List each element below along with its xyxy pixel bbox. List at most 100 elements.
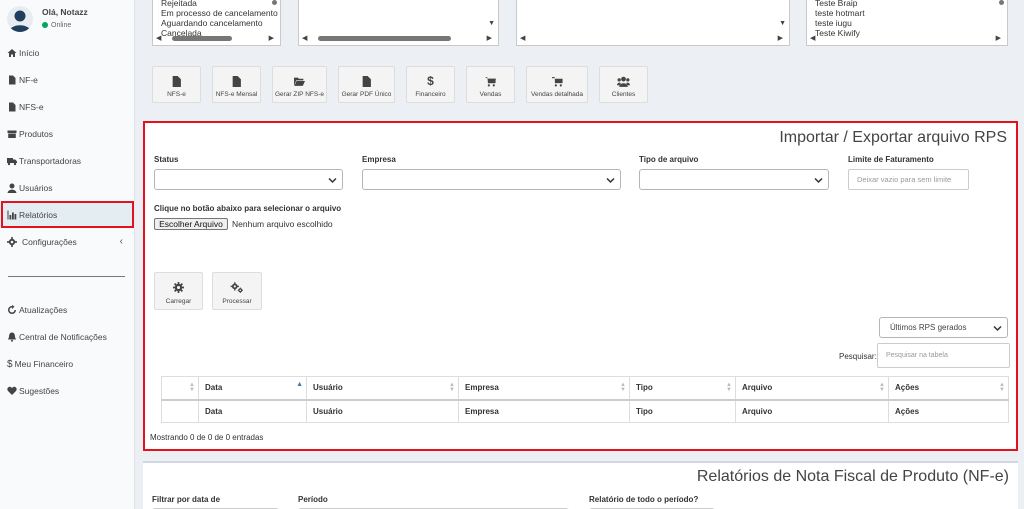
integracao-listbox[interactable]: Teste Braip teste hotmart teste iugu Tes… [806, 0, 1008, 46]
sort-icon: ▲ ▼ [620, 382, 626, 393]
footer-cell: Tipo [629, 399, 736, 423]
button-label: NFS-e Mensal [215, 91, 258, 98]
sidebar-item-label: Transportadoras [19, 156, 82, 166]
button-label: NFS-e [167, 91, 186, 98]
sidebar-item-label: Meu Financeiro [14, 359, 74, 369]
list-item[interactable]: Rejeitada [153, 0, 280, 8]
column-label: Empresa [465, 383, 499, 393]
user-status: Online [42, 22, 71, 29]
tipo-listbox[interactable]: ▼ ◀ ▶ [516, 0, 790, 46]
button-label: Gerar PDF Único [341, 91, 392, 98]
limite-faturamento-label: Limite de Faturamento [848, 155, 934, 164]
button-label: Carregar [165, 298, 192, 305]
carregar-button[interactable]: Carregar [154, 272, 203, 310]
scroll-right-icon[interactable]: ▶ [778, 34, 783, 42]
report-vendas-detalhada-button[interactable]: Vendas detalhada [526, 66, 588, 103]
column-header-usuario[interactable]: Usuário ▲ ▼ [306, 376, 459, 401]
sidebar-item-financeiro[interactable]: $ Meu Financeiro [0, 351, 135, 377]
empresa-select[interactable] [362, 169, 621, 190]
column-label: Data [205, 383, 223, 393]
column-header-tipo[interactable]: Tipo ▲ ▼ [629, 376, 736, 401]
column-header-data[interactable]: Data ▲ [198, 376, 307, 401]
sidebar-item-atualizacoes[interactable]: Atualizações [0, 297, 135, 323]
list-item[interactable]: teste hotmart [807, 8, 1007, 18]
chevron-left-icon[interactable]: ‹ [120, 236, 123, 247]
vertical-scroll-thumb[interactable] [999, 0, 1004, 5]
scroll-down-icon[interactable]: ▼ [779, 20, 786, 27]
report-nfse-button[interactable]: NFS-e [152, 66, 201, 103]
table-search-input[interactable]: Pesquisar na tabela [877, 343, 1010, 368]
choose-file-button[interactable]: Escolher Arquivo [154, 218, 228, 230]
empresa-listbox[interactable]: ▼ ◀ ▶ [298, 0, 499, 46]
report-pdf-unico-button[interactable]: Gerar PDF Único [338, 66, 395, 103]
file-icon [362, 76, 371, 87]
sidebar-divider [8, 276, 125, 277]
sort-asc-icon: ▲ [296, 381, 303, 388]
processar-button[interactable]: Processar [212, 272, 262, 310]
column-header-acoes[interactable]: Ações ▲ ▼ [888, 376, 1009, 401]
status-text: Online [51, 22, 72, 29]
scroll-right-icon[interactable]: ▶ [487, 34, 492, 42]
gear-icon [7, 237, 17, 247]
sidebar-item-configuracoes[interactable]: Configurações ‹ [0, 229, 135, 255]
cart-icon [485, 77, 496, 87]
sidebar-item-label: Usuários [19, 183, 53, 193]
sidebar-item-usuarios[interactable]: Usuários [0, 175, 135, 201]
horizontal-scrollbar[interactable]: ◀ ▶ [810, 34, 1001, 42]
limite-faturamento-input[interactable]: Deixar vazio para sem limite [848, 169, 969, 190]
scroll-thumb[interactable] [172, 36, 232, 41]
online-dot-icon [42, 22, 48, 28]
report-vendas-button[interactable]: Vendas [466, 66, 515, 103]
sidebar-item-notificacoes[interactable]: Central de Notificações [0, 324, 135, 350]
box-icon [7, 130, 17, 138]
sidebar-item-nfe[interactable]: NF-e [0, 67, 135, 93]
vertical-scroll-thumb[interactable] [272, 0, 277, 5]
column-label: Ações [895, 383, 920, 393]
report-clientes-button[interactable]: Clientes [599, 66, 648, 103]
nfe-report-panel: Relatórios de Nota Fiscal de Produto (NF… [143, 461, 1018, 509]
chevron-down-icon [328, 177, 337, 184]
refresh-icon [8, 305, 16, 314]
sidebar-item-inicio[interactable]: Início [0, 40, 135, 66]
scroll-right-icon[interactable]: ▶ [996, 34, 1001, 42]
sidebar-item-nfse[interactable]: NFS-e [0, 94, 135, 120]
sidebar-item-label: NF-e [19, 75, 38, 85]
column-header-empresa[interactable]: Empresa ▲ ▼ [458, 376, 630, 401]
sidebar-item-label: Início [19, 48, 40, 58]
sidebar-item-transportadoras[interactable]: Transportadoras [0, 148, 135, 174]
select-value: Últimos RPS gerados [890, 323, 967, 332]
scroll-left-icon[interactable]: ◀ [810, 34, 815, 42]
scroll-left-icon[interactable]: ◀ [156, 34, 161, 42]
horizontal-scrollbar[interactable]: ◀ ▶ [302, 34, 492, 42]
gears-icon [230, 282, 244, 293]
horizontal-scrollbar[interactable]: ◀ ▶ [156, 34, 274, 42]
list-item[interactable]: Aguardando cancelamento [153, 18, 280, 28]
scroll-left-icon[interactable]: ◀ [520, 34, 525, 42]
scroll-left-icon[interactable]: ◀ [302, 34, 307, 42]
scroll-down-icon[interactable]: ▼ [488, 20, 495, 27]
sort-icon: ▲ ▼ [999, 382, 1005, 393]
report-financeiro-button[interactable]: $ Financeiro [406, 66, 455, 103]
button-label: Vendas detalhada [530, 91, 584, 98]
folder-open-icon [294, 77, 305, 86]
sidebar-item-produtos[interactable]: Produtos [0, 121, 135, 147]
sidebar-item-label: Sugestões [19, 386, 60, 396]
file-status-text: Nenhum arquivo escolhido [232, 219, 333, 229]
scroll-thumb[interactable] [318, 36, 451, 41]
list-item[interactable]: Teste Braip [807, 0, 1007, 8]
scroll-right-icon[interactable]: ▶ [269, 34, 274, 42]
sidebar-item-label: Produtos [19, 129, 54, 139]
report-nfse-mensal-button[interactable]: NFS-e Mensal [212, 66, 261, 103]
status-listbox[interactable]: Rejeitada Em processo de cancelamento Ag… [152, 0, 281, 46]
horizontal-scrollbar[interactable]: ◀ ▶ [520, 34, 783, 42]
sidebar-item-sugestoes[interactable]: Sugestões [0, 378, 135, 404]
sort-icon: ▲ ▼ [879, 382, 885, 393]
list-item[interactable]: teste iugu [807, 18, 1007, 28]
tipo-arquivo-select[interactable] [639, 169, 829, 190]
status-select[interactable] [154, 169, 343, 190]
ultimos-rps-select[interactable]: Últimos RPS gerados [879, 317, 1008, 338]
column-header-arquivo[interactable]: Arquivo ▲ ▼ [735, 376, 889, 401]
report-zip-nfse-button[interactable]: Gerar ZIP NFS-e [272, 66, 327, 103]
column-header[interactable]: ▲ ▼ [161, 376, 199, 401]
list-item[interactable]: Em processo de cancelamento [153, 8, 280, 18]
